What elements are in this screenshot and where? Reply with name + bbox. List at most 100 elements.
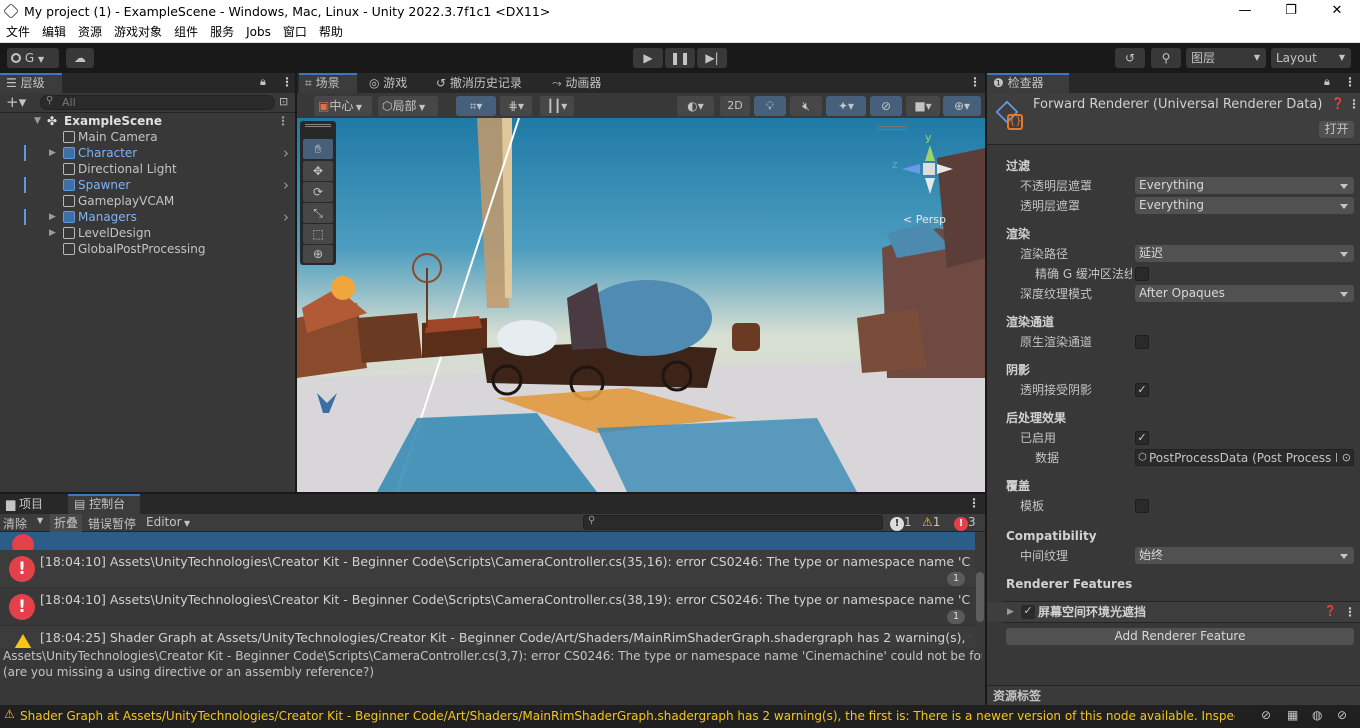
- menu-edit[interactable]: 编辑: [36, 23, 72, 42]
- more-menu-icon[interactable]: ⋮: [969, 75, 981, 89]
- menu-jobs[interactable]: Jobs: [240, 23, 277, 42]
- collapse-toggle[interactable]: 折叠: [50, 514, 83, 532]
- console-log-row[interactable]: ! [18:04:10] Assets\UnityTechnologies\Cre…: [0, 588, 975, 626]
- object-picker-icon[interactable]: ⊙: [1342, 450, 1351, 465]
- clear-options-dropdown[interactable]: ▼: [37, 516, 43, 525]
- mode-2d-button[interactable]: 2D: [720, 96, 750, 116]
- settings-menu-icon[interactable]: ⋮: [1348, 97, 1360, 111]
- draw-mode-button[interactable]: ◐▾: [677, 96, 714, 116]
- camera-dropdown[interactable]: ■▾: [906, 96, 940, 116]
- transparent-mask-dropdown[interactable]: Everything: [1135, 197, 1354, 214]
- hierarchy-item[interactable]: Spawner ›: [0, 177, 295, 193]
- post-data-object-field[interactable]: ⬡ PostProcessData (Post Process Data) ⊙: [1135, 449, 1354, 466]
- render-path-dropdown[interactable]: 延迟: [1135, 245, 1354, 262]
- help-icon[interactable]: ❓: [1331, 97, 1345, 110]
- space-dropdown[interactable]: ⬡局部 ▼: [378, 96, 438, 116]
- menu-gameobject[interactable]: 游戏对象: [108, 23, 168, 42]
- effects-dropdown[interactable]: ✦▾: [826, 96, 866, 116]
- editor-dropdown[interactable]: Editor ▼: [146, 515, 190, 529]
- prefab-open-chevron-icon[interactable]: ›: [283, 145, 289, 161]
- expand-arrow-icon[interactable]: ▶: [49, 145, 56, 161]
- move-tool-button[interactable]: ✥: [303, 161, 333, 181]
- transform-tool-button[interactable]: ⊕: [303, 245, 333, 263]
- history-button[interactable]: ↺: [1115, 48, 1145, 68]
- more-menu-icon[interactable]: ⋮: [281, 75, 293, 89]
- scale-tool-button[interactable]: ⤡: [303, 203, 333, 223]
- console-search-input[interactable]: ⚲: [583, 515, 883, 530]
- menu-services[interactable]: 服务: [204, 23, 240, 42]
- prefab-open-chevron-icon[interactable]: ›: [283, 209, 289, 225]
- expand-arrow-icon[interactable]: ▶: [49, 209, 56, 225]
- visibility-toggle[interactable]: ⊘: [870, 96, 902, 116]
- tab-hierarchy[interactable]: ☰ 层级: [0, 73, 62, 93]
- ssao-feature-row[interactable]: ▶ ✓ 屏幕空间环境光遮挡 ❓ ⋮: [987, 602, 1360, 622]
- depth-mode-dropdown[interactable]: After Opaques: [1135, 285, 1354, 302]
- auto-generate-lighting-icon[interactable]: ◍: [1312, 708, 1322, 722]
- tab-project[interactable]: ▆ 项目: [0, 494, 49, 514]
- layers-dropdown[interactable]: 图层 ▼: [1186, 48, 1266, 68]
- log-filter-toggle[interactable]: ! 1: [890, 515, 912, 531]
- step-button[interactable]: ▶|: [697, 48, 727, 68]
- hierarchy-item[interactable]: Directional Light: [0, 161, 295, 177]
- rotate-tool-button[interactable]: ⟳: [303, 182, 333, 202]
- scene-viewport[interactable]: ✋︎ ✥ ⟳ ⤡ ⬚ ⊕ y z < Persp: [297, 118, 985, 492]
- transparent-shadows-checkbox[interactable]: ✓: [1135, 383, 1149, 397]
- cloud-button[interactable]: ☁: [66, 48, 94, 68]
- gizmos-dropdown[interactable]: ⊕▾: [943, 96, 981, 116]
- post-enabled-checkbox[interactable]: ✓: [1135, 431, 1149, 445]
- ssao-enabled-checkbox[interactable]: ✓: [1021, 605, 1035, 619]
- lighting-toggle[interactable]: 💡︎: [754, 96, 786, 116]
- tab-undo-history[interactable]: ↺ 撤消历史记录: [430, 73, 528, 93]
- accurate-gbuffer-checkbox[interactable]: [1135, 267, 1149, 281]
- help-icon[interactable]: ❓: [1324, 602, 1336, 622]
- error-filter-toggle[interactable]: ! 3: [954, 515, 976, 531]
- grid-snap-button[interactable]: ⌗▾: [456, 96, 496, 116]
- scene-menu-icon[interactable]: ⋮: [277, 113, 289, 129]
- scene-row[interactable]: ▼ ✤ ExampleScene ⋮: [0, 113, 295, 129]
- tab-scene[interactable]: ⌗ 场景: [299, 73, 357, 93]
- warning-filter-toggle[interactable]: ⚠1: [922, 515, 940, 529]
- hand-tool-button[interactable]: ✋︎: [303, 139, 333, 159]
- status-message[interactable]: Shader Graph at Assets/UnityTechnologies…: [20, 709, 1235, 723]
- cache-server-icon[interactable]: ⊘: [1337, 708, 1347, 722]
- progress-icon[interactable]: ▦: [1287, 708, 1298, 722]
- tab-inspector[interactable]: ❶ 检查器: [987, 73, 1069, 93]
- play-button[interactable]: ▶: [633, 48, 663, 68]
- error-pause-toggle[interactable]: 错误暂停: [88, 515, 136, 532]
- account-button[interactable]: G ▼: [7, 48, 59, 68]
- pivot-dropdown[interactable]: ▣中心 ▼: [314, 96, 372, 116]
- persp-label[interactable]: < Persp: [903, 213, 946, 226]
- rect-tool-button[interactable]: ⬚: [303, 224, 333, 244]
- maximize-button[interactable]: ❐: [1268, 0, 1314, 23]
- tab-console[interactable]: ▤ 控制台: [68, 494, 140, 514]
- pause-button[interactable]: ❚❚: [665, 48, 695, 68]
- feature-menu-icon[interactable]: ⋮: [1344, 602, 1356, 622]
- intermediate-dropdown[interactable]: 始终: [1135, 547, 1354, 564]
- hierarchy-item[interactable]: ▶ LevelDesign: [0, 225, 295, 241]
- minimize-button[interactable]: —: [1222, 0, 1268, 23]
- close-button[interactable]: ✕: [1314, 0, 1360, 23]
- opaque-mask-dropdown[interactable]: Everything: [1135, 177, 1354, 194]
- orientation-gizmo[interactable]: y z < Persp: [887, 131, 962, 226]
- menu-help[interactable]: 帮助: [313, 23, 349, 42]
- hierarchy-item[interactable]: GlobalPostProcessing: [0, 241, 295, 257]
- hierarchy-item[interactable]: ▶ Managers ›: [0, 209, 295, 225]
- menu-window[interactable]: 窗口: [277, 23, 313, 42]
- expand-arrow-icon[interactable]: ▶: [1007, 602, 1014, 622]
- more-menu-icon[interactable]: ⋮: [968, 496, 980, 510]
- menu-component[interactable]: 组件: [168, 23, 204, 42]
- open-button[interactable]: 打开: [1319, 121, 1354, 138]
- prefab-open-chevron-icon[interactable]: ›: [283, 177, 289, 193]
- grid-visibility-button[interactable]: ⋕▾: [500, 96, 532, 116]
- drag-handle-icon[interactable]: [305, 124, 331, 127]
- console-selected-row[interactable]: [0, 532, 975, 550]
- tab-game[interactable]: ◎ 游戏: [363, 73, 413, 93]
- console-log-row[interactable]: ! [18:04:10] Assets\UnityTechnologies\Cre…: [0, 550, 975, 588]
- menu-file[interactable]: 文件: [0, 23, 36, 42]
- scrollbar-thumb[interactable]: [976, 572, 984, 622]
- native-pass-checkbox[interactable]: [1135, 335, 1149, 349]
- debug-off-icon[interactable]: ⊘: [1261, 708, 1271, 722]
- hierarchy-item[interactable]: GameplayVCAM: [0, 193, 295, 209]
- hierarchy-search-input[interactable]: ⚲ All: [40, 95, 275, 110]
- console-scrollbar[interactable]: [975, 532, 985, 648]
